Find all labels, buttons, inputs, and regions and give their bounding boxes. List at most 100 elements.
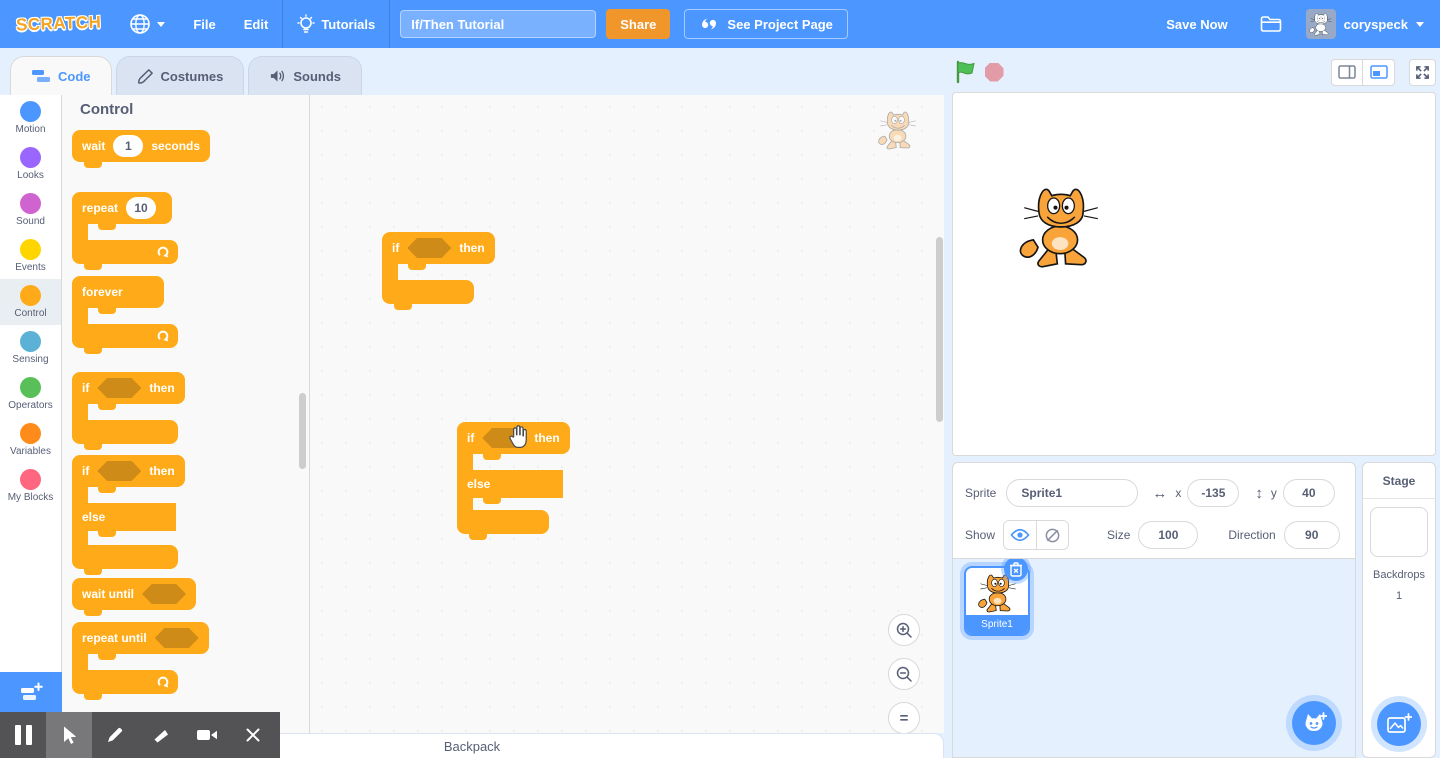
editor-tabs: Code Costumes Sounds <box>10 56 366 95</box>
palette-header: Control <box>80 101 134 118</box>
palette-scrollbar[interactable] <box>299 393 306 469</box>
stage-selector-panel[interactable]: Stage Backdrops 1 <box>1362 462 1436 758</box>
account-menu[interactable]: coryspeck <box>1296 0 1440 48</box>
block-if-then-else[interactable]: if then else <box>72 455 185 575</box>
block-number-input[interactable]: 10 <box>126 197 157 219</box>
scratch-editor: SCRATCH File Edit Tutorials Share See Pr… <box>0 0 1440 758</box>
menu-edit[interactable]: Edit <box>230 0 283 48</box>
project-title-input[interactable] <box>400 10 597 38</box>
boolean-slot[interactable] <box>97 378 142 398</box>
sidebar-item-my-blocks[interactable]: My Blocks <box>0 463 61 509</box>
add-extension-button[interactable] <box>0 672 62 712</box>
block-text: wait <box>82 139 106 153</box>
block-repeat-until[interactable]: repeat until <box>72 622 209 700</box>
backpack-label: Backpack <box>443 738 501 754</box>
block-if-then[interactable]: if then <box>72 372 185 450</box>
share-button[interactable]: Share <box>606 9 671 39</box>
add-sprite-button[interactable] <box>1292 701 1336 745</box>
zoom-out-button[interactable] <box>888 658 920 690</box>
boolean-slot[interactable] <box>154 628 199 648</box>
sidebar-item-motion[interactable]: Motion <box>0 95 61 141</box>
tab-code[interactable]: Code <box>10 56 112 95</box>
see-project-page-button[interactable]: See Project Page <box>684 9 848 39</box>
stop-button[interactable] <box>980 58 1008 86</box>
sprite-list[interactable]: Sprite1 <box>952 557 1356 758</box>
tab-sounds[interactable]: Sounds <box>248 56 363 95</box>
block-wait-seconds[interactable]: wait 1 seconds <box>72 130 211 168</box>
sidebar-item-sensing[interactable]: Sensing <box>0 325 61 371</box>
menu-tutorials[interactable]: Tutorials <box>283 0 389 48</box>
globe-icon <box>129 13 151 35</box>
sprite-label: Sprite <box>965 486 997 500</box>
sidebar-item-control[interactable]: Control <box>0 279 61 325</box>
category-color-dot <box>20 285 41 306</box>
code-canvas[interactable]: if then if then else = <box>310 95 944 734</box>
hand-cursor-icon <box>506 424 530 450</box>
x-label: x <box>1175 486 1182 500</box>
my-stuff-button[interactable] <box>1246 15 1296 33</box>
sidebar-item-looks[interactable]: Looks <box>0 141 61 187</box>
direction-input[interactable] <box>1283 521 1340 549</box>
large-stage-button[interactable] <box>1363 58 1395 86</box>
y-position-input[interactable] <box>1282 479 1335 507</box>
highlighter-tool-button[interactable] <box>138 712 184 758</box>
save-now-button[interactable]: Save Now <box>1148 0 1245 48</box>
zoom-in-button[interactable] <box>888 614 920 646</box>
backdrop-thumbnail[interactable] <box>1370 507 1428 557</box>
boolean-slot[interactable] <box>407 238 452 258</box>
stop-recording-button[interactable] <box>230 712 276 758</box>
scratch-logo[interactable]: SCRATCH <box>16 13 102 36</box>
category-label: My Blocks <box>7 492 54 503</box>
canvas-scrollbar[interactable] <box>936 237 943 422</box>
menu-divider <box>389 0 391 48</box>
sprite-name-input[interactable] <box>1006 479 1139 507</box>
video-camera-icon <box>196 728 218 742</box>
sprite-card-name: Sprite1 <box>966 615 1028 634</box>
sidebar-item-events[interactable]: Events <box>0 233 61 279</box>
small-stage-button[interactable] <box>1331 58 1363 86</box>
add-backdrop-button[interactable] <box>1377 702 1421 746</box>
category-color-dot <box>20 331 41 352</box>
category-label: Looks <box>17 170 44 181</box>
stage[interactable] <box>952 92 1436 456</box>
speaker-icon <box>269 68 286 84</box>
green-flag-button[interactable] <box>952 58 980 86</box>
tutorials-label: Tutorials <box>321 16 376 32</box>
block-text: if <box>82 381 90 395</box>
pencil-icon <box>105 725 125 745</box>
show-visible-button[interactable] <box>1004 521 1037 549</box>
tab-costumes[interactable]: Costumes <box>115 56 245 95</box>
category-color-dot <box>20 377 41 398</box>
zoom-reset-button[interactable]: = <box>888 702 920 734</box>
size-input[interactable] <box>1138 521 1199 549</box>
block-repeat[interactable]: repeat 10 <box>72 192 178 270</box>
show-hidden-button[interactable] <box>1036 521 1069 549</box>
boolean-slot[interactable] <box>142 584 186 604</box>
fullscreen-button[interactable] <box>1409 58 1436 86</box>
menu-file[interactable]: File <box>179 0 229 48</box>
sidebar-item-variables[interactable]: Variables <box>0 417 61 463</box>
webcam-toggle-button[interactable] <box>184 712 230 758</box>
block-text: else <box>82 510 106 524</box>
boolean-slot[interactable] <box>97 461 142 481</box>
x-position-input[interactable] <box>1187 479 1240 507</box>
brush-icon <box>137 68 154 85</box>
sidebar-item-operators[interactable]: Operators <box>0 371 61 417</box>
pause-recording-button[interactable] <box>0 712 46 758</box>
category-label: Operators <box>8 400 53 411</box>
canvas-block-if-then[interactable]: if then <box>382 232 495 310</box>
language-selector[interactable] <box>115 0 179 48</box>
zoom-controls: = <box>888 614 920 734</box>
cursor-tool-button[interactable] <box>46 712 92 758</box>
block-wait-until[interactable]: wait until <box>72 578 196 616</box>
tab-label: Sounds <box>293 68 342 84</box>
category-color-dot <box>20 469 41 490</box>
pen-tool-button[interactable] <box>92 712 138 758</box>
sidebar-item-sound[interactable]: Sound <box>0 187 61 233</box>
delete-sprite-button[interactable] <box>1004 557 1028 581</box>
block-forever[interactable]: forever <box>72 276 178 354</box>
cat-sprite[interactable] <box>1015 181 1107 273</box>
block-number-input[interactable]: 1 <box>113 135 144 157</box>
fullscreen-icon <box>1415 65 1430 80</box>
zoom-reset-icon: = <box>899 709 909 727</box>
